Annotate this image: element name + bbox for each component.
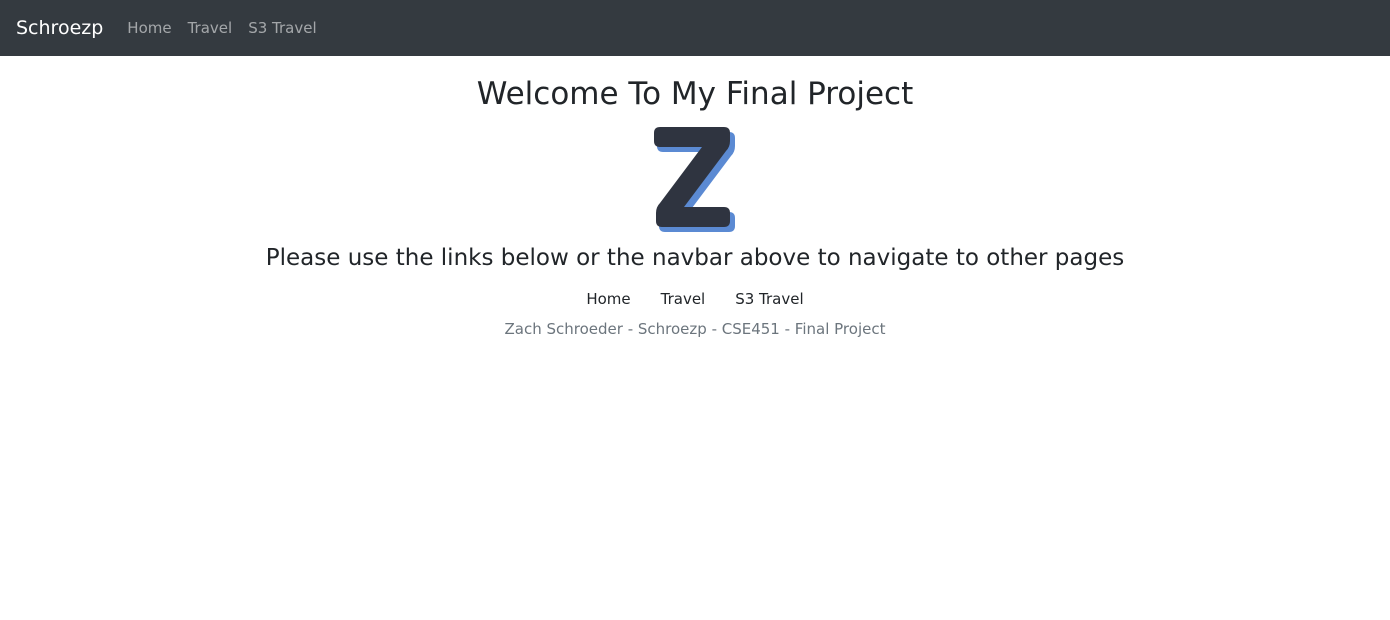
- page-subtitle: Please use the links below or the navbar…: [265, 245, 1125, 271]
- body-links: Home Travel S3 Travel: [0, 290, 1390, 308]
- navbar-brand[interactable]: Schroezp: [16, 17, 103, 39]
- body-link-home[interactable]: Home: [586, 290, 630, 308]
- navbar-link-travel[interactable]: Travel: [188, 19, 233, 37]
- main-content: Welcome To My Final Project Please use t…: [0, 76, 1390, 338]
- body-link-s3-travel[interactable]: S3 Travel: [735, 290, 803, 308]
- letter-z-logo-icon: [654, 127, 735, 232]
- navbar-link-s3-travel[interactable]: S3 Travel: [248, 19, 316, 37]
- credit-text: Zach Schroeder - Schroezp - CSE451 - Fin…: [504, 320, 886, 338]
- navbar: Schroezp Home Travel S3 Travel: [0, 0, 1390, 56]
- body-link-travel[interactable]: Travel: [661, 290, 706, 308]
- navbar-links: Home Travel S3 Travel: [127, 19, 316, 37]
- logo-container: [0, 120, 1390, 236]
- navbar-link-home[interactable]: Home: [127, 19, 171, 37]
- page-title: Welcome To My Final Project: [476, 76, 914, 112]
